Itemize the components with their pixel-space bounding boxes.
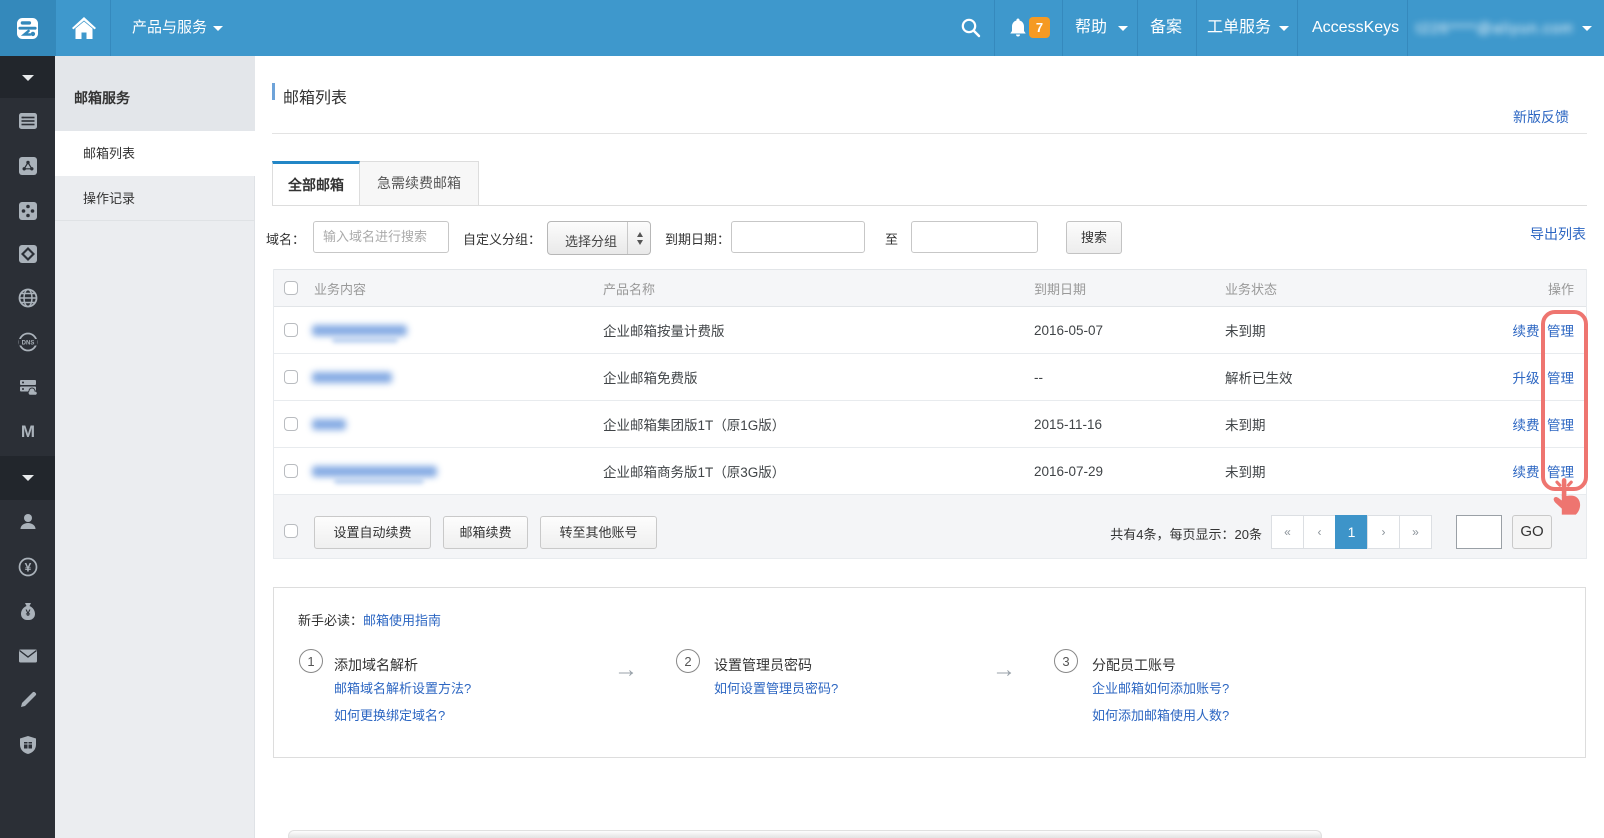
svg-text:¥: ¥	[25, 561, 32, 575]
svg-text:¥: ¥	[25, 608, 30, 618]
svg-text:M: M	[21, 422, 35, 441]
svg-text:DNS: DNS	[22, 341, 35, 347]
